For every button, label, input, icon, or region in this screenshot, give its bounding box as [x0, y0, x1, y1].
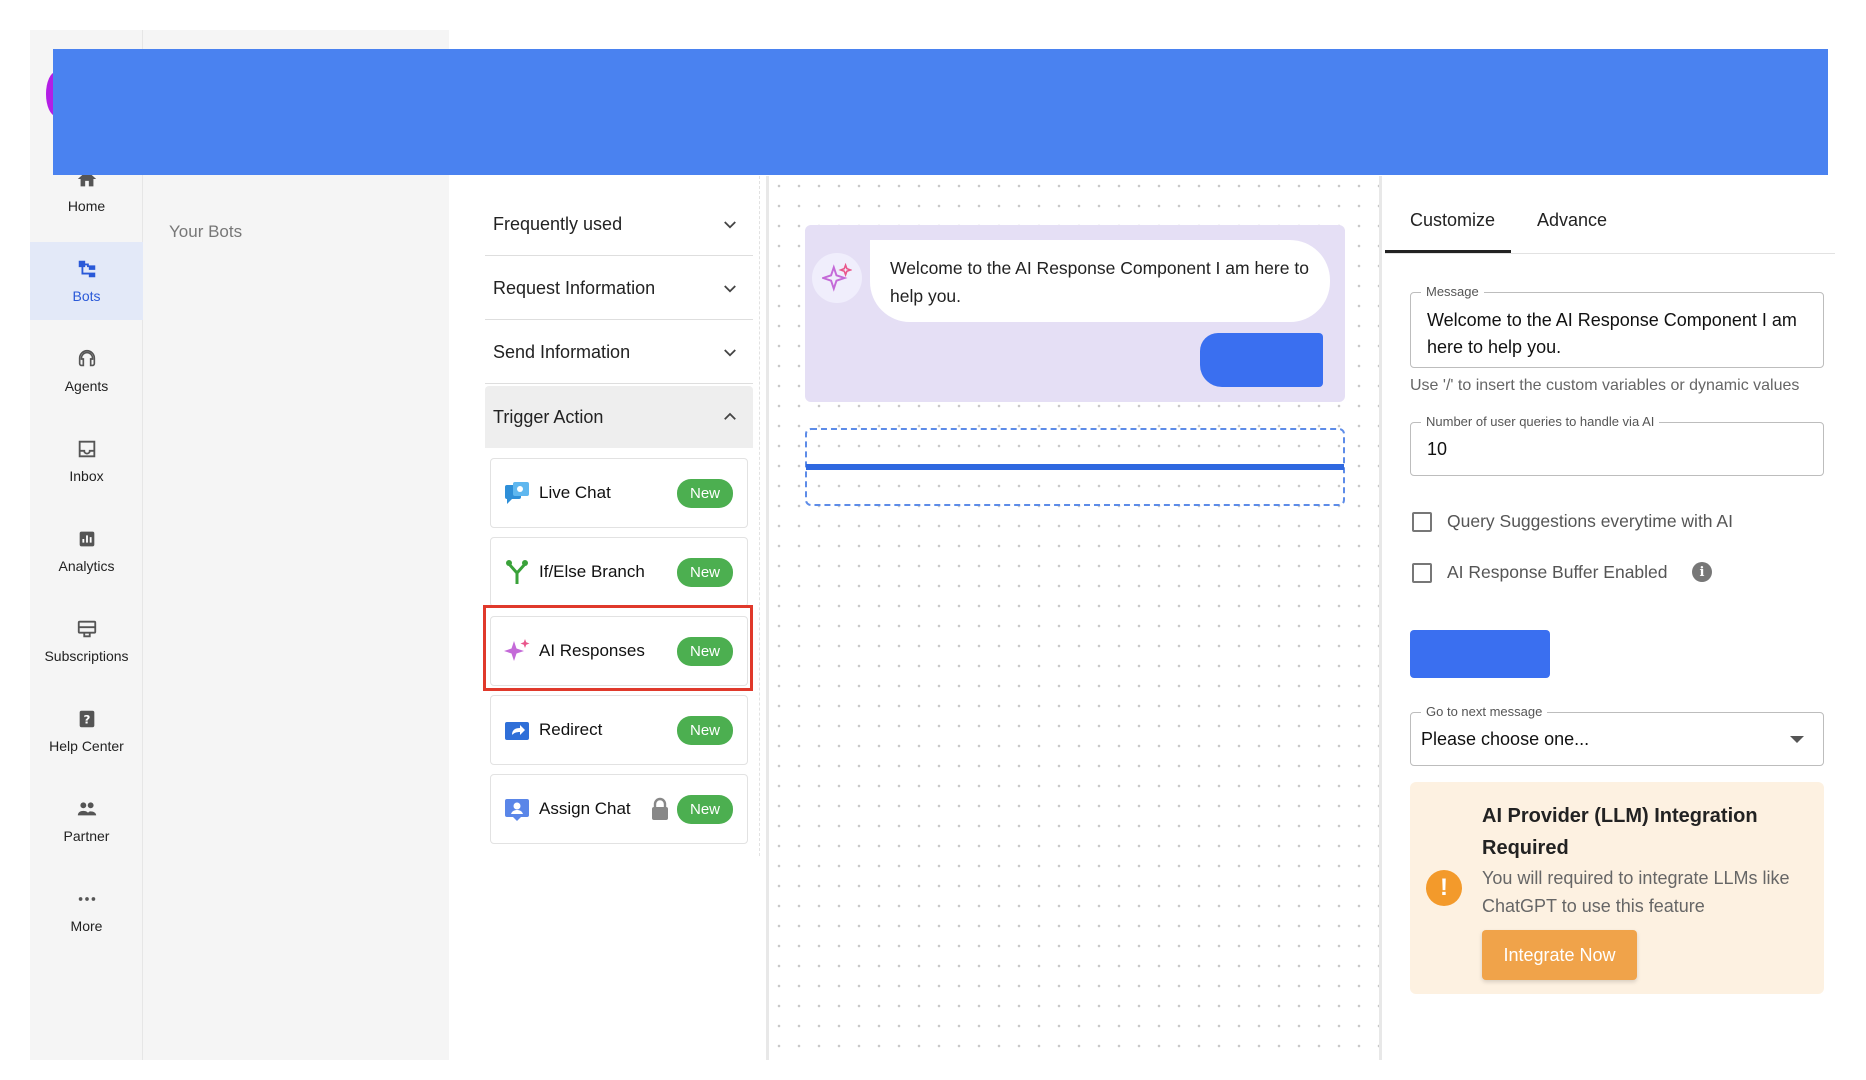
buffer-enabled-checkbox[interactable]	[1412, 563, 1432, 583]
nav-item-bots[interactable]: Bots	[30, 242, 143, 320]
sparkle-icon	[822, 263, 852, 292]
bots-icon	[78, 260, 95, 278]
nav-item-agents[interactable]: Agents	[30, 332, 143, 410]
nav-item-label: Analytics	[58, 558, 115, 574]
llm-notice-title: AI Provider (LLM) Integration Required	[1482, 805, 1758, 859]
dropdown-arrow-icon	[1790, 736, 1804, 743]
section-send-information[interactable]: Send Information	[485, 322, 753, 384]
tool-if-else-branch[interactable]: If/Else Branch New	[490, 537, 748, 607]
bots-panel	[143, 30, 449, 1060]
nav-item-inbox[interactable]: Inbox	[30, 422, 143, 500]
left-navigation: Home Bots Agents Inbox Analytics Subscri…	[30, 30, 143, 1060]
nav-item-partner[interactable]: Partner	[30, 782, 143, 860]
next-message-value: Please choose one...	[1421, 728, 1590, 749]
branch-icon	[503, 558, 531, 586]
section-label: Send Information	[493, 342, 631, 362]
tool-label: Redirect	[539, 720, 603, 739]
headset-icon	[78, 349, 95, 367]
redacted-action-button[interactable]	[1410, 630, 1550, 678]
subscriptions-icon	[77, 620, 96, 638]
svg-text:?: ?	[83, 713, 90, 727]
nav-item-label: Help Center	[49, 738, 124, 754]
live-chat-icon	[503, 479, 531, 507]
queries-field-label: Number of user queries to handle via AI	[1421, 414, 1660, 429]
nav-item-label: More	[70, 918, 103, 934]
tab-divider	[1385, 253, 1835, 254]
section-request-information[interactable]: Request Information	[485, 258, 753, 320]
more-icon	[78, 897, 95, 901]
redaction-strike	[806, 464, 1344, 470]
warning-icon: !	[1426, 870, 1462, 906]
tool-redirect[interactable]: Redirect New	[490, 695, 748, 765]
tool-live-chat[interactable]: Live Chat New	[490, 458, 748, 528]
lock-icon	[651, 797, 668, 820]
analytics-icon	[79, 531, 94, 547]
tool-label: Assign Chat	[539, 799, 631, 818]
redacted-card-button[interactable]	[1200, 333, 1323, 387]
bot-avatar	[812, 253, 862, 303]
nav-item-label: Agents	[64, 378, 109, 394]
query-suggestions-checkbox[interactable]	[1412, 512, 1432, 532]
new-badge: New	[676, 478, 733, 508]
section-label: Request Information	[493, 278, 656, 298]
chevron-down-icon	[724, 348, 736, 357]
nav-item-label: Subscriptions	[44, 648, 129, 664]
next-message-label: Go to next message	[1421, 704, 1548, 719]
chevron-down-icon	[724, 284, 736, 293]
message-field[interactable]: Message Welcome to the AI Response Compo…	[1410, 284, 1824, 368]
section-frequently-used[interactable]: Frequently used	[485, 194, 753, 256]
active-tab-indicator	[1385, 250, 1511, 253]
new-badge: New	[676, 794, 733, 824]
query-suggestions-label: Query Suggestions everytime with AI	[1447, 511, 1733, 531]
new-badge: New	[676, 715, 733, 745]
nav-item-label: Partner	[63, 828, 110, 844]
message-field-label: Message	[1421, 284, 1484, 299]
tab-advance[interactable]: Advance	[1517, 200, 1627, 241]
nav-item-subscriptions[interactable]: Subscriptions	[30, 602, 143, 680]
people-icon	[77, 802, 96, 816]
redacted-header-banner	[53, 49, 1828, 175]
help-icon: ?	[79, 710, 94, 728]
queries-field[interactable]: Number of user queries to handle via AI …	[1410, 414, 1824, 476]
bot-message-bubble: Welcome to the AI Response Component I a…	[870, 240, 1330, 322]
tool-label: If/Else Branch	[539, 562, 645, 581]
your-bots-heading: Your Bots	[169, 222, 243, 241]
nav-item-label: Inbox	[69, 468, 104, 484]
section-label: Frequently used	[493, 214, 623, 234]
llm-notice-description: You will required to integrate LLMs like…	[1482, 868, 1790, 916]
next-message-select[interactable]: Go to next message Please choose one...	[1410, 704, 1824, 766]
info-icon[interactable]: i	[1692, 562, 1712, 582]
section-trigger-action[interactable]: Trigger Action	[485, 386, 753, 448]
variables-hint: Use '/' to insert the custom variables o…	[1410, 377, 1800, 394]
redirect-icon	[503, 716, 531, 744]
tool-label: Live Chat	[539, 483, 611, 502]
new-badge: New	[676, 557, 733, 587]
buffer-enabled-label: AI Response Buffer Enabled	[1447, 562, 1668, 582]
section-label: Trigger Action	[493, 406, 604, 427]
integrate-now-button[interactable]: Integrate Now	[1482, 930, 1637, 980]
nav-item-label: Bots	[72, 288, 101, 304]
nav-item-label: Home	[67, 198, 106, 214]
tool-assign-chat[interactable]: Assign Chat New	[490, 774, 748, 844]
nav-item-analytics[interactable]: Analytics	[30, 512, 143, 590]
queries-field-value: 10	[1427, 439, 1448, 459]
chevron-down-icon	[724, 220, 736, 229]
highlight-box	[483, 605, 753, 691]
inbox-icon	[78, 440, 95, 458]
chevron-up-icon	[724, 412, 736, 420]
nav-item-more[interactable]: More	[30, 872, 143, 950]
message-field-value: Welcome to the AI Response Component I a…	[1427, 310, 1797, 357]
assign-chat-icon	[503, 795, 531, 823]
nav-item-help-center[interactable]: ? Help Center	[30, 692, 143, 770]
tab-customize[interactable]: Customize	[1390, 200, 1515, 241]
